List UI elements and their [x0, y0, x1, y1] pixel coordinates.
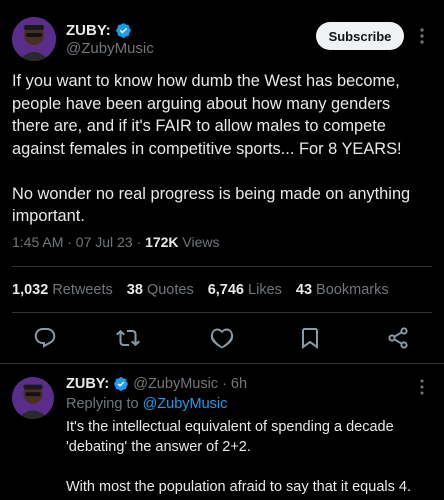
- quotes-count: 38: [126, 282, 143, 298]
- reply-text: It's the intellectual equivalent of spen…: [66, 419, 411, 495]
- replying-prefix: Replying to: [66, 396, 143, 412]
- divider: [0, 363, 444, 364]
- likes-count: 6,746: [207, 282, 244, 298]
- replying-to: Replying to @ZubyMusic: [66, 396, 227, 412]
- author-avatar[interactable]: [12, 17, 56, 61]
- subscribe-button[interactable]: Subscribe: [316, 22, 404, 50]
- reply-icon[interactable]: [33, 326, 57, 350]
- like-icon[interactable]: [210, 326, 234, 350]
- more-options-icon[interactable]: [414, 26, 430, 46]
- verified-badge-icon: [115, 23, 131, 38]
- replying-to-link[interactable]: @ZubyMusic: [143, 396, 228, 412]
- reply-author-avatar[interactable]: [12, 377, 54, 419]
- likes-stat[interactable]: 6,746 Likes: [208, 282, 282, 298]
- tweet-text: If you want to know how dumb the West ha…: [12, 72, 411, 225]
- retweets-count: 1,032: [12, 282, 49, 298]
- tweet-stats: 1,032 Retweets 38 Quotes 6,746 Likes 43 …: [12, 282, 389, 298]
- author-name-row[interactable]: ZUBY:: [66, 22, 132, 39]
- verified-badge-icon: [114, 377, 129, 391]
- views-label: Views: [178, 234, 220, 250]
- reply-more-options-icon[interactable]: [414, 378, 430, 396]
- retweet-icon[interactable]: [116, 326, 140, 350]
- reply-header: ZUBY: @ZubyMusic · 6h: [66, 376, 247, 392]
- reply-display-name[interactable]: ZUBY:: [66, 376, 109, 392]
- retweets-stat[interactable]: 1,032 Retweets: [12, 282, 113, 298]
- reply-handle[interactable]: @ZubyMusic: [133, 376, 218, 392]
- author-handle[interactable]: @ZubyMusic: [66, 40, 154, 57]
- divider: [12, 266, 432, 267]
- tweet-meta: 1:45 AM · 07 Jul 23 · 172K Views: [12, 234, 220, 250]
- bookmark-icon[interactable]: [298, 326, 322, 350]
- bookmarks-stat[interactable]: 43 Bookmarks: [296, 282, 389, 298]
- bookmarks-count: 43: [295, 282, 313, 298]
- bookmarks-label: Bookmarks: [312, 282, 389, 298]
- tweet-timestamp[interactable]: 1:45 AM · 07 Jul 23 ·: [12, 234, 145, 250]
- divider: [12, 312, 432, 313]
- action-bar: [0, 326, 444, 354]
- retweets-label: Retweets: [48, 282, 113, 298]
- author-display-name[interactable]: ZUBY:: [66, 22, 111, 39]
- quotes-stat[interactable]: 38 Quotes: [127, 282, 194, 298]
- views-count: 172K: [145, 234, 179, 250]
- reply-age[interactable]: · 6h: [222, 376, 247, 392]
- share-icon[interactable]: [386, 326, 410, 350]
- likes-label: Likes: [244, 282, 282, 298]
- quotes-label: Quotes: [142, 282, 194, 298]
